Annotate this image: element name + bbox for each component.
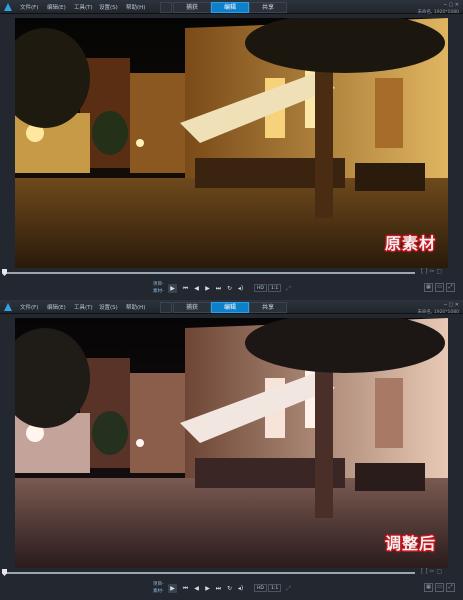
- menu-help[interactable]: 帮助(H): [126, 3, 145, 11]
- step-back-icon[interactable]: ◀: [192, 284, 201, 293]
- overlay-caption: 调整后: [384, 534, 436, 553]
- tab-edit[interactable]: 编辑: [211, 302, 249, 313]
- player-controls: 项目- 素材- ▶ ⏮ ◀ ▶ ⏭ ↻ ◂) HD 1:1 ⤢ ▦ ▭ ⤢: [0, 578, 463, 598]
- overlay-caption: 原素材: [384, 234, 436, 253]
- menu-bar: 文件(F) 编辑(E) 工具(T) 设置(S) 帮助(H) 捕获 编辑 共享 ─…: [0, 0, 463, 15]
- project-label: 未命名, 1920*1080: [417, 310, 459, 315]
- expand-icon[interactable]: ⤢: [446, 583, 455, 592]
- app-logo-icon: [4, 303, 12, 311]
- fullscreen-icon[interactable]: ⤢: [284, 284, 293, 293]
- repeat-icon[interactable]: ↻: [225, 584, 234, 593]
- play-icon[interactable]: ▶: [168, 584, 177, 593]
- zoom-select[interactable]: 1:1: [268, 284, 282, 292]
- app-logo-icon: [4, 3, 12, 11]
- night-street-image: [15, 18, 448, 268]
- skip-end-icon[interactable]: ⏭: [214, 284, 223, 293]
- night-street-image-adjusted: [15, 318, 448, 568]
- step-forward-icon[interactable]: ▶: [203, 284, 212, 293]
- window-controls[interactable]: ─ ▢ ✕: [444, 302, 459, 308]
- tab-capture[interactable]: 捕获: [173, 302, 211, 313]
- volume-icon[interactable]: ◂): [236, 584, 245, 593]
- editor-window-adjusted: 文件(F) 编辑(E) 工具(T) 设置(S) 帮助(H) 捕获 编辑 共享 ─…: [0, 300, 463, 600]
- safe-area-icon[interactable]: ▭: [435, 283, 444, 292]
- timeline-scrubber[interactable]: [5, 572, 415, 574]
- step-back-icon[interactable]: ◀: [192, 584, 201, 593]
- menu-tools[interactable]: 工具(T): [74, 303, 93, 311]
- fullscreen-icon[interactable]: ⤢: [284, 584, 293, 593]
- menu-edit[interactable]: 编辑(E): [47, 3, 66, 11]
- menu-tools[interactable]: 工具(T): [74, 3, 93, 11]
- window-controls[interactable]: ─ ▢ ✕: [444, 2, 459, 8]
- skip-end-icon[interactable]: ⏭: [214, 584, 223, 593]
- preview-screen: 原素材: [15, 18, 448, 268]
- menu-bar: 文件(F) 编辑(E) 工具(T) 设置(S) 帮助(H) 捕获 编辑 共享 ─…: [0, 300, 463, 315]
- tab-edit[interactable]: 编辑: [211, 2, 249, 13]
- scrubber-handle[interactable]: [2, 269, 7, 276]
- hd-toggle[interactable]: HD: [254, 284, 267, 292]
- menu-file[interactable]: 文件(F): [20, 3, 38, 11]
- clip-mode-label[interactable]: 素材-: [153, 588, 164, 594]
- step-forward-icon[interactable]: ▶: [203, 584, 212, 593]
- volume-icon[interactable]: ◂): [236, 284, 245, 293]
- mark-in-out-buttons[interactable]: [ ] ✂ ▢: [421, 568, 442, 575]
- menu-edit[interactable]: 编辑(E): [47, 303, 66, 311]
- project-label: 未命名, 1920*1080: [417, 10, 459, 15]
- project-mode-label[interactable]: 项目-: [153, 581, 164, 587]
- repeat-icon[interactable]: ↻: [225, 284, 234, 293]
- skip-start-icon[interactable]: ⏮: [181, 584, 190, 593]
- menu-settings[interactable]: 设置(S): [99, 3, 118, 11]
- hd-toggle[interactable]: HD: [254, 584, 267, 592]
- scrubber-handle[interactable]: [2, 569, 7, 576]
- player-controls: 项目- 素材- ▶ ⏮ ◀ ▶ ⏭ ↻ ◂) HD 1:1 ⤢ ▦ ▭ ⤢: [0, 278, 463, 298]
- mark-in-out-buttons[interactable]: [ ] ✂ ▢: [421, 268, 442, 275]
- project-mode-label[interactable]: 项目-: [153, 281, 164, 287]
- tab-share[interactable]: 共享: [249, 302, 287, 313]
- menu-file[interactable]: 文件(F): [20, 303, 38, 311]
- skip-start-icon[interactable]: ⏮: [181, 284, 190, 293]
- timeline-scrubber[interactable]: [5, 272, 415, 274]
- clip-mode-label[interactable]: 素材-: [153, 288, 164, 294]
- home-tab-icon[interactable]: [160, 302, 172, 313]
- preview-screen: 调整后: [15, 318, 448, 568]
- grid-icon[interactable]: ▦: [424, 283, 433, 292]
- menu-help[interactable]: 帮助(H): [126, 303, 145, 311]
- play-icon[interactable]: ▶: [168, 284, 177, 293]
- grid-icon[interactable]: ▦: [424, 583, 433, 592]
- safe-area-icon[interactable]: ▭: [435, 583, 444, 592]
- tab-share[interactable]: 共享: [249, 2, 287, 13]
- expand-icon[interactable]: ⤢: [446, 283, 455, 292]
- tab-capture[interactable]: 捕获: [173, 2, 211, 13]
- editor-window-original: 文件(F) 编辑(E) 工具(T) 设置(S) 帮助(H) 捕获 编辑 共享 ─…: [0, 0, 463, 300]
- home-tab-icon[interactable]: [160, 2, 172, 13]
- menu-settings[interactable]: 设置(S): [99, 303, 118, 311]
- zoom-select[interactable]: 1:1: [268, 584, 282, 592]
